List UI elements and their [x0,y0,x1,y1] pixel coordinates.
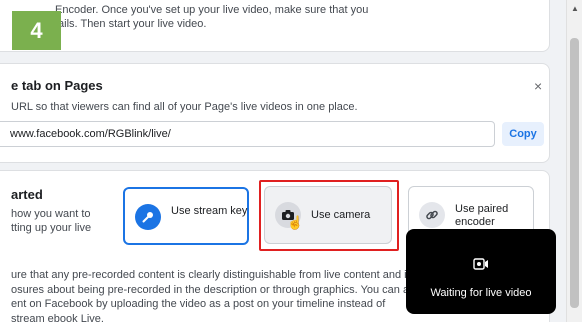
step-number-badge: 4 [12,11,61,50]
scroll-up-arrow-icon[interactable]: ▲ [571,4,579,13]
link-icon [419,202,445,228]
use-stream-key-option[interactable]: Use stream key [123,187,249,245]
live-tab-title: e tab on Pages [11,78,103,93]
live-tab-description: URL so that viewers can find all of your… [11,101,358,113]
live-tab-card: e tab on Pages × URL so that viewers can… [0,63,550,163]
copy-button[interactable]: Copy [502,122,544,146]
setup-info-text: Encoder. Once you've set up your live vi… [55,3,515,31]
live-camera-icon [473,258,488,270]
get-started-description: how you want to tting up your live [11,208,92,234]
get-started-title: arted [11,187,43,202]
camera-option-highlight [259,180,399,251]
use-paired-encoder-label: Use paired encoder [455,203,509,228]
use-stream-key-label: Use stream key [171,205,248,217]
live-url-field[interactable]: www.facebook.com/RGBlink/live/ [0,121,495,147]
waiting-status-text: Waiting for live video [430,287,532,299]
live-preview-panel: Waiting for live video [406,229,556,314]
vertical-scrollbar[interactable]: ▲ [566,0,582,322]
key-icon [135,204,161,230]
scrollbar-thumb[interactable] [570,38,579,308]
page-viewport: Encoder. Once you've set up your live vi… [0,0,566,322]
setup-info-line-2: tails. Then start your live video. [55,18,207,30]
setup-info-card: Encoder. Once you've set up your live vi… [0,0,550,52]
setup-info-line-1: Encoder. Once you've set up your live vi… [55,4,369,16]
close-icon[interactable]: × [534,78,542,94]
hand-cursor-icon: ☝ [287,215,304,230]
pre-recorded-notice: ure that any pre-recorded content is cle… [11,269,419,322]
